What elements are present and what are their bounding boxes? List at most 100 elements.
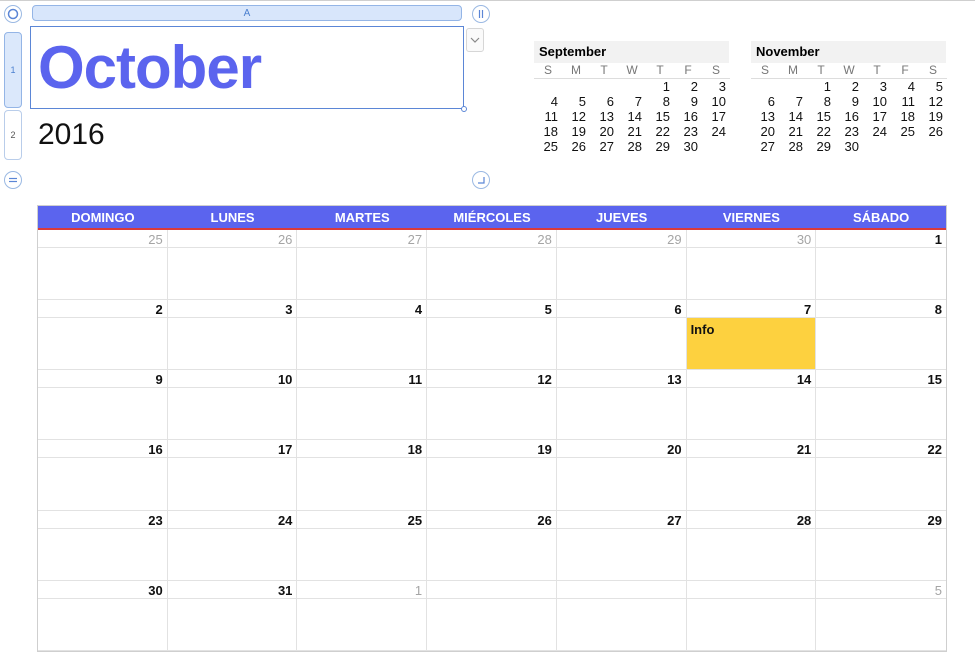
month-title[interactable]: October [38, 38, 262, 98]
day-divider [816, 247, 946, 248]
day-divider [38, 457, 167, 459]
mini-day: 17 [872, 109, 887, 124]
day-cell[interactable]: 12 [427, 370, 557, 441]
cell-dropdown-button[interactable] [466, 28, 484, 52]
day-cell[interactable]: 15 [816, 370, 946, 441]
day-cell[interactable]: 11 [297, 370, 428, 441]
day-cell[interactable]: 28 [686, 510, 817, 581]
mini-day: 2 [851, 79, 859, 94]
day-cell[interactable]: 30 [38, 580, 168, 651]
day-number: 26 [537, 512, 552, 528]
day-cell[interactable]: 19 [427, 440, 557, 511]
day-cell[interactable] [427, 580, 557, 651]
day-cell[interactable]: 10 [167, 370, 298, 441]
weekday-header[interactable]: VIERNES [687, 206, 817, 230]
day-cell[interactable] [556, 580, 687, 651]
pause-bars-icon [478, 10, 484, 18]
mini-weekday: S [702, 63, 730, 79]
mini-day [562, 79, 590, 94]
day-cell[interactable]: 2 [38, 300, 168, 371]
mini-day: 7 [795, 94, 803, 109]
day-cell[interactable]: 25 [38, 230, 168, 301]
day-number: 25 [407, 512, 423, 528]
day-cell[interactable]: 9 [38, 370, 168, 441]
day-cell[interactable]: 22 [816, 440, 946, 511]
day-number: 10 [277, 372, 293, 388]
day-number: 27 [667, 512, 682, 528]
weekday-header[interactable]: SÁBADO [816, 206, 946, 230]
day-cell[interactable]: 27 [297, 230, 428, 301]
row-header-1[interactable]: 1 [4, 32, 22, 108]
year-title[interactable]: 2016 [38, 120, 105, 150]
mini-calendar-grid: S M T W T F S 1 2 3 4 5 6 7 8 9 10 11 12 13 14 15 16 17 18 19 20 21… [534, 63, 730, 154]
event-block[interactable]: Info [686, 318, 816, 370]
weekday-header[interactable]: LUNES [168, 206, 298, 230]
day-divider [167, 527, 297, 529]
day-number: 21 [796, 442, 812, 458]
day-cell[interactable]: 7 Info [686, 300, 817, 371]
day-cell[interactable]: 30 [686, 230, 817, 301]
day-divider [686, 597, 816, 599]
mini-day: 16 [683, 109, 698, 124]
day-number: 1 [414, 582, 423, 598]
day-cell[interactable]: 20 [556, 440, 687, 511]
day-number: 4 [414, 302, 423, 318]
mini-day: 7 [634, 94, 642, 109]
mini-day: 4 [550, 94, 558, 109]
day-divider [427, 597, 556, 599]
day-cell[interactable]: 14 [686, 370, 817, 441]
day-divider [427, 527, 556, 529]
day-cell[interactable]: 17 [167, 440, 298, 511]
mini-day [702, 139, 730, 154]
mini-calendar-november: November S M T W T F S 1 2 3 4 5 6 7 8 9 10 11 12 13 14 15 16 1… [751, 41, 947, 154]
day-cell[interactable]: 21 [686, 440, 817, 511]
day-divider [816, 387, 946, 389]
mini-day: 11 [901, 94, 916, 109]
day-number: 2 [155, 302, 163, 318]
day-cell[interactable]: 1 [816, 230, 946, 301]
day-number: 28 [796, 512, 812, 528]
table-resize-handle[interactable] [472, 171, 490, 189]
day-cell[interactable]: 16 [38, 440, 168, 511]
mini-day: 3 [718, 79, 726, 94]
day-cell[interactable]: 6 [556, 300, 687, 371]
day-cell[interactable]: 5 [816, 581, 946, 651]
selection-resize-handle[interactable] [461, 106, 467, 112]
day-cell[interactable]: 24 [167, 510, 298, 581]
day-cell[interactable]: 27 [556, 510, 687, 581]
day-cell[interactable]: 29 [816, 511, 946, 581]
select-all-button[interactable] [4, 5, 22, 23]
day-cell[interactable]: 31 [167, 580, 298, 651]
day-cell[interactable]: 28 [427, 230, 557, 301]
mini-day: 5 [578, 94, 586, 109]
mini-day: 17 [711, 109, 726, 124]
day-cell[interactable]: 8 [816, 300, 946, 371]
mini-day: 24 [872, 124, 887, 139]
day-cell[interactable]: 29 [556, 230, 687, 301]
day-cell[interactable]: 26 [427, 510, 557, 581]
day-cell[interactable]: 4 [297, 300, 428, 371]
row-header-2[interactable]: 2 [4, 110, 22, 160]
mini-day: 30 [683, 139, 698, 154]
day-cell[interactable] [686, 580, 817, 651]
row-resize-handle[interactable] [4, 171, 22, 189]
weekday-header[interactable]: JUEVES [557, 206, 687, 230]
day-number: 16 [148, 442, 163, 458]
weekday-header[interactable]: MIÉRCOLES [427, 206, 557, 230]
mini-day: 30 [844, 139, 859, 154]
day-cell[interactable]: 18 [297, 440, 428, 511]
day-cell[interactable]: 23 [38, 510, 168, 581]
day-cell[interactable]: 13 [556, 370, 687, 441]
day-divider [38, 597, 167, 599]
column-resize-handle[interactable] [472, 5, 490, 23]
day-cell[interactable]: 1 [297, 580, 428, 651]
column-header-a[interactable]: A [32, 5, 462, 21]
day-cell[interactable]: 3 [167, 300, 298, 371]
day-cell[interactable]: 26 [167, 230, 298, 301]
weekday-header[interactable]: MARTES [297, 206, 427, 230]
day-cell[interactable]: 5 [427, 300, 557, 371]
day-cell[interactable]: 25 [297, 510, 428, 581]
day-number: 1 [934, 232, 942, 247]
weekday-header[interactable]: DOMINGO [38, 206, 168, 230]
day-number: 31 [277, 582, 293, 598]
